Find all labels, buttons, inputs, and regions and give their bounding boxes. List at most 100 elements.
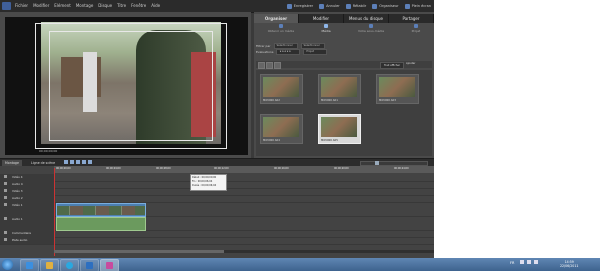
get-media-icon [278, 24, 283, 28]
menu-clip[interactable]: Elément [54, 3, 71, 8]
track-audio-1: Audio 1 [0, 216, 434, 231]
organizer-button[interactable]: Organiseur [372, 1, 399, 11]
ruler-mark: 00;00;24;00 [394, 167, 409, 170]
menu-timeline[interactable]: Montage [76, 3, 93, 8]
audio-clip[interactable] [56, 217, 146, 231]
media-thumb[interactable]: MOV000 A02 [260, 74, 303, 104]
microphone-icon[interactable] [4, 231, 7, 234]
menu-file[interactable]: Fichier [15, 3, 28, 8]
ruler-mark: 00;00;04;00 [106, 167, 121, 170]
media-thumb[interactable]: MOV000 A04 [260, 114, 303, 144]
time-ruler[interactable]: 00;00;00;00 00;00;04;00 00;00;08;00 00;0… [54, 166, 434, 173]
thumbnail-image [321, 117, 357, 137]
monitor-panel: 00;00;00;00 [0, 12, 251, 167]
undo-button[interactable]: Annuler [319, 1, 340, 11]
timeline-tools [64, 160, 92, 164]
menu-disc[interactable]: Disque [98, 3, 112, 8]
speaker-icon[interactable] [4, 196, 7, 199]
clip-frames [57, 206, 145, 215]
video-preview[interactable]: 00;00;00;00 [5, 17, 248, 155]
sub-media-icon [369, 24, 374, 28]
grid-view-icon[interactable] [266, 62, 273, 69]
taskbar-app[interactable] [80, 259, 99, 272]
taskbar-explorer[interactable] [40, 259, 59, 272]
sort-label: Evaluations [256, 50, 274, 54]
system-clock[interactable]: 14:59 22/06/2011 [560, 260, 578, 268]
list-view-icon[interactable] [258, 62, 265, 69]
track-video-1: Vidéo 1 [0, 202, 434, 217]
title-safe-margin [49, 31, 213, 141]
rating-select[interactable]: ★★★★★ [276, 49, 301, 55]
filter-area: Filtrer par Sélectionner Sélectionner Ev… [256, 43, 432, 55]
properties-icon[interactable] [82, 160, 86, 164]
save-icon [286, 3, 292, 9]
clip-tooltip: Début : 00;00;00;00 Fin : 00;00;06;04 Du… [190, 174, 227, 191]
start-button[interactable] [2, 259, 13, 270]
media-thumb[interactable]: MOV000 A03 [376, 74, 419, 104]
sort-select[interactable]: Projet [303, 49, 328, 55]
network-icon[interactable] [527, 260, 531, 264]
menu-list: Fichier Modifier Elément Montage Disque … [15, 3, 160, 8]
menu-window[interactable]: Fenêtre [131, 3, 146, 8]
language-indicator[interactable]: FR [510, 261, 514, 265]
system-tray [520, 260, 538, 264]
subtab-get-media[interactable]: Obtenir un média [268, 24, 294, 41]
tab-organize[interactable]: Organiser [254, 14, 299, 23]
undo-icon [319, 3, 325, 9]
media-icon [324, 24, 329, 28]
media-thumbnails: MOV000 A02 MOV000 A01 MOV000 A03 MOV000 … [256, 70, 432, 156]
media-thumb[interactable]: MOV000 A01 [318, 74, 361, 104]
premiere-elements-icon [106, 262, 113, 269]
show-all-button[interactable]: Tout afficher [380, 62, 404, 69]
skype-icon [66, 262, 73, 269]
menu-edit[interactable]: Modifier [33, 3, 49, 8]
timeline-scrollbar[interactable] [54, 250, 434, 253]
fullscreen-button[interactable]: Plein écran [404, 1, 431, 11]
media-thumb-selected[interactable]: MOV000 A05 [318, 114, 361, 144]
speaker-icon[interactable] [4, 217, 7, 220]
snap-icon[interactable] [88, 160, 92, 164]
organize-subtabs: Obtenir un média Média Votre sous-média … [254, 24, 434, 41]
tab-edit[interactable]: Modifier [299, 14, 344, 23]
scrollbar-thumb[interactable] [54, 250, 224, 253]
eye-icon[interactable] [4, 189, 7, 192]
taskbar-ie[interactable] [20, 259, 39, 272]
taskbar-premiere[interactable] [100, 259, 119, 272]
app-icon [86, 262, 93, 269]
ruler-mark: 00;00;16;00 [274, 167, 289, 170]
subtab-project[interactable]: Projet [412, 24, 420, 41]
ruler-mark: 00;00;12;00 [214, 167, 229, 170]
filter-video-icon[interactable] [274, 62, 281, 69]
menu-title[interactable]: Titre [117, 3, 126, 8]
redo-icon [345, 3, 351, 9]
folder-icon [46, 262, 53, 269]
taskbar-skype[interactable] [60, 259, 79, 272]
tab-share[interactable]: Partager [389, 14, 434, 23]
marker-icon[interactable] [76, 160, 80, 164]
subtab-sub-media[interactable]: Votre sous-média [358, 24, 384, 41]
menu-help[interactable]: Aide [151, 3, 160, 8]
tab-disc-menus[interactable]: Menus du disque [344, 14, 389, 23]
project-icon [413, 24, 418, 28]
add-button[interactable]: Ajouter [406, 62, 415, 65]
current-time-indicator[interactable] [54, 168, 55, 256]
subtab-media[interactable]: Média [322, 24, 331, 41]
zoom-handle[interactable] [375, 161, 379, 165]
tray-arrow-icon[interactable] [520, 260, 524, 264]
music-icon[interactable] [4, 238, 7, 241]
filter-label: Filtrer par [256, 44, 271, 48]
organizer-icon [372, 3, 378, 9]
eye-icon[interactable] [4, 203, 7, 206]
redo-button[interactable]: Rétablir [345, 1, 366, 11]
video-clip[interactable] [56, 203, 146, 217]
ruler-mark: 00;00;20;00 [334, 167, 349, 170]
save-button[interactable]: Enregistrer [286, 1, 313, 11]
timecode-display: 00;00;00;00 [39, 149, 58, 153]
eye-icon[interactable] [4, 175, 7, 178]
audio-mixer-icon[interactable] [70, 160, 74, 164]
speaker-icon[interactable] [4, 182, 7, 185]
premiere-elements-window: Fichier Modifier Elément Montage Disque … [0, 0, 434, 258]
razor-icon[interactable] [64, 160, 68, 164]
volume-icon[interactable] [534, 260, 538, 264]
track-soundtrack: Piste audio [0, 237, 434, 245]
